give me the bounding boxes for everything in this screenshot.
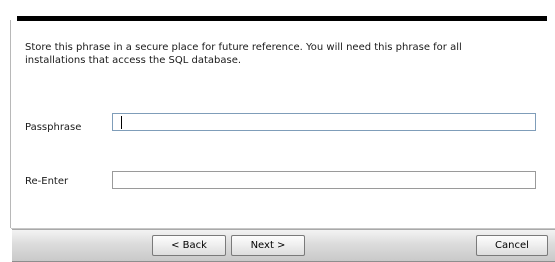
- next-button[interactable]: Next >: [231, 235, 305, 256]
- button-bar: < Back Next > Cancel: [12, 229, 555, 262]
- instructions-text: Store this phrase in a secure place for …: [25, 42, 462, 66]
- passphrase-input[interactable]: [112, 113, 536, 131]
- text-caret: [121, 116, 122, 129]
- reenter-label: Re-Enter: [25, 176, 69, 187]
- reenter-input[interactable]: [112, 171, 536, 189]
- cancel-button[interactable]: Cancel: [476, 235, 548, 256]
- passphrase-label: Passphrase: [25, 122, 82, 133]
- installer-dialog: Store this phrase in a secure place for …: [0, 0, 555, 262]
- back-button[interactable]: < Back: [152, 235, 226, 256]
